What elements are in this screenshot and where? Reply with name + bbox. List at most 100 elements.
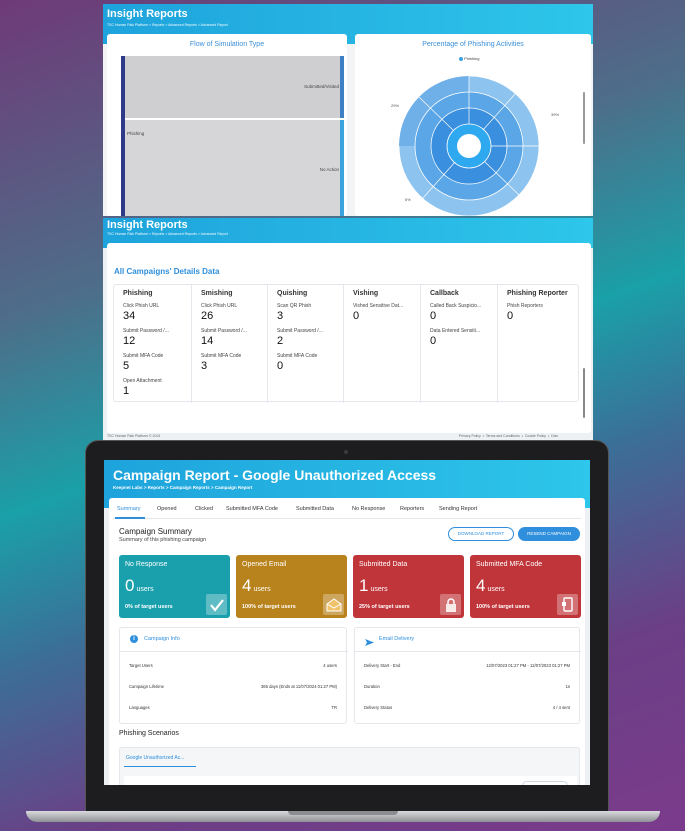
metric-label: Submit MFA Code	[123, 353, 164, 359]
tab-no-response[interactable]: No Response	[352, 506, 385, 512]
tab-opened[interactable]: Opened	[157, 506, 177, 512]
campaign-column-phishing-reporter: Phishing Reporter Phish Reporters 0	[498, 285, 574, 403]
metric-value: 0	[507, 310, 514, 322]
delivery-label: Delivery Start - End	[364, 663, 401, 668]
column-header: Vishing	[353, 290, 379, 297]
metric-label: Submit MFA Code	[201, 353, 242, 359]
delivery-value: 12/07/2023 01:27 PM - 12/07/2023 01:27 P…	[486, 663, 570, 668]
page-title: Insight Reports	[107, 8, 188, 20]
sankey-label-noaction: No Action	[319, 167, 339, 172]
metric-label: Click Phish URL	[201, 303, 238, 309]
campaign-column-phishing: Phishing Click Phish URL 34 Submit Password…	[114, 285, 192, 403]
metric-value: 0	[277, 360, 284, 372]
delivery-value: 1s	[565, 684, 570, 689]
scrollbar[interactable]	[583, 368, 585, 418]
metric-value: 0	[430, 335, 437, 347]
metric-label: Data Entered Sensiti...	[430, 328, 481, 334]
email-delivery-title: Email Delivery	[379, 636, 415, 642]
mobile-icon	[557, 594, 578, 615]
stat-title: Opened Email	[242, 561, 287, 568]
column-header: Phishing	[123, 290, 153, 297]
sankey-label-submitted: Submitted/Visited	[304, 84, 339, 89]
metric-label: Scan QR Phish	[277, 303, 312, 309]
info-value: TR	[331, 705, 337, 710]
breadcrumb: TSC Human Risk Platform > Reports > Adva…	[107, 232, 228, 236]
delivery-label: Delivery Status	[364, 705, 393, 710]
tab-sending-report[interactable]: Sending Report	[439, 506, 477, 512]
send-icon	[365, 634, 374, 652]
panel-divider	[120, 651, 348, 652]
scenario-action-button[interactable]	[522, 781, 568, 785]
stat-submitted-data[interactable]: Submitted Data 1 users 25% of target user…	[353, 555, 464, 618]
tab-reporters[interactable]: Reporters	[400, 506, 424, 512]
sankey-node-submitted	[340, 56, 344, 118]
summary-subtitle: Summary of this phishing campaign	[119, 537, 207, 543]
footer-link-terms[interactable]: Terms and Conditions	[486, 434, 520, 438]
stat-opened-email[interactable]: Opened Email 4 users 100% of target users	[236, 555, 347, 618]
metric-value: 3	[277, 310, 284, 322]
email-delivery-panel: Email Delivery Delivery Start - End 12/0…	[354, 627, 581, 724]
breadcrumb: TSC Human Risk Platform > Reports > Adva…	[107, 23, 228, 27]
metric-value: 34	[123, 310, 136, 322]
footer-copyright: TSC Human Risk Platform © 2024	[107, 434, 161, 438]
campaign-column-callback: Callback Called Back Suspicio... 0 Data Ent…	[421, 285, 498, 403]
insight-panel-campaigns: Insight Reports TSC Human Risk Platform …	[103, 218, 593, 440]
stat-pct: 0% of target users	[125, 604, 173, 610]
metric-value: 26	[201, 310, 214, 322]
download-report-button[interactable]: DOWNLOAD REPORT	[448, 527, 514, 541]
tab-submitted-mfa-code[interactable]: Submitted MFA Code	[226, 506, 278, 512]
metric-label: Called Back Suspicio...	[430, 303, 482, 309]
info-value: 365 days (Ends at 11/07/2024 01:27 PM)	[260, 684, 337, 689]
info-label: Languages	[129, 705, 150, 710]
metric-label: Submit Password /...	[123, 328, 169, 334]
laptop-camera	[344, 450, 348, 454]
resend-campaign-button[interactable]: RESEND CAMPAIGN	[518, 527, 580, 541]
campaigns-title: All Campaigns' Details Data	[114, 267, 220, 276]
active-tab-underline	[115, 517, 145, 519]
campaign-info-panel: i Campaign Info Target Users 4 users Cam…	[119, 627, 348, 724]
campaign-column-smishing: Smishing Click Phish URL 26 Submit Password…	[192, 285, 268, 403]
column-header: Quishing	[277, 290, 308, 297]
phishing-scenarios-title: Phishing Scenarios	[119, 730, 179, 737]
stat-value: 4 users	[242, 576, 271, 595]
scenario-tab-underline	[124, 766, 196, 768]
tab-submitted-data[interactable]: Submitted Data	[296, 506, 334, 512]
summary-title: Campaign Summary	[119, 527, 192, 536]
column-header: Smishing	[201, 290, 233, 297]
stat-title: Submitted MFA Code	[476, 561, 543, 568]
metric-value: 14	[201, 335, 214, 347]
info-value: 4 users	[323, 663, 337, 668]
tab-clicked[interactable]: Clicked	[195, 506, 213, 512]
footer-link-privacy[interactable]: Privacy Policy	[459, 434, 481, 438]
stat-title: No Response	[125, 561, 168, 568]
envelope-open-icon	[323, 594, 344, 615]
metric-value: 1	[123, 385, 130, 397]
sankey-node-noaction	[340, 120, 344, 216]
sunburst-pct-left: 29%	[391, 103, 400, 108]
stat-submitted-mfa[interactable]: Submitted MFA Code 4 users 100% of target…	[470, 555, 581, 618]
stat-value: 1 users	[359, 576, 388, 595]
report-title: Campaign Report - Google Unauthorized Ac…	[113, 467, 437, 483]
campaign-column-quishing: Quishing Scan QR Phish 3 Submit Password /.…	[268, 285, 344, 403]
stat-no-response[interactable]: No Response 0 users 0% of target users	[119, 555, 230, 618]
laptop-notch	[288, 811, 398, 815]
sunburst-chart	[398, 75, 540, 216]
sankey-chart	[121, 56, 344, 216]
panel-divider	[355, 651, 581, 652]
check-icon	[206, 594, 227, 615]
footer-link-dcis[interactable]: Dcis	[551, 434, 558, 438]
scrollbar[interactable]	[583, 92, 585, 144]
scenario-tab[interactable]: Google Unauthorized Ac...	[126, 755, 184, 761]
delivery-value: 4 / 4 sent	[552, 705, 570, 710]
footer-link-cookie[interactable]: Cookie Policy	[525, 434, 546, 438]
sankey-link-noaction	[125, 120, 340, 216]
page-title: Insight Reports	[107, 219, 188, 231]
tab-summary[interactable]: Summary	[117, 506, 141, 512]
metric-label: Open Attachment	[123, 378, 162, 384]
metric-value: 12	[123, 335, 136, 347]
metric-value: 5	[123, 360, 130, 372]
scenarios-panel: Google Unauthorized Ac...	[119, 747, 580, 785]
info-label: Campaign Lifetime	[129, 684, 164, 689]
stat-value: 0 users	[125, 576, 154, 595]
stat-title: Submitted Data	[359, 561, 408, 568]
